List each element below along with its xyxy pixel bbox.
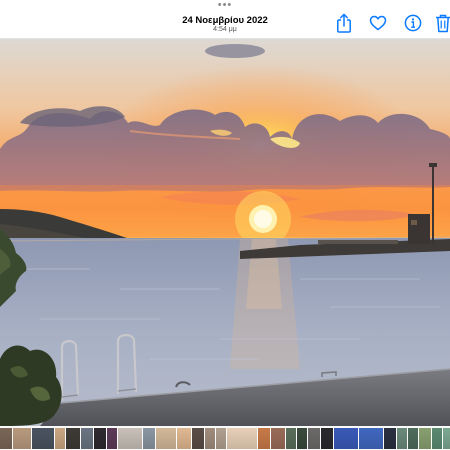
filmstrip: [0, 426, 450, 450]
filmstrip-thumbnail[interactable]: [0, 427, 12, 449]
trash-icon: [435, 13, 450, 33]
more-options-handle[interactable]: •••: [0, 0, 450, 11]
filmstrip-thumbnail[interactable]: [443, 427, 450, 449]
delete-button[interactable]: [435, 12, 450, 34]
filmstrip-thumbnail[interactable]: [216, 427, 226, 449]
filmstrip-thumbnail[interactable]: [118, 427, 142, 449]
filmstrip-thumbnail[interactable]: [271, 427, 285, 449]
filmstrip-thumbnail[interactable]: [384, 427, 396, 449]
photo-viewer[interactable]: [0, 39, 450, 426]
filmstrip-thumbnail[interactable]: [156, 427, 176, 449]
filmstrip-thumbnail[interactable]: [55, 427, 65, 449]
filmstrip-thumbnail[interactable]: [66, 427, 80, 449]
filmstrip-thumbnail[interactable]: [321, 427, 333, 449]
top-toolbar: ••• 24 Νοεμβρίου 2022 4:54 μμ: [0, 0, 450, 39]
filmstrip-thumbnail[interactable]: [334, 427, 358, 449]
filmstrip-thumbnail[interactable]: [13, 427, 31, 449]
share-button[interactable]: [334, 12, 354, 34]
sunset-photo: [0, 39, 450, 426]
filmstrip-thumbnail[interactable]: [419, 427, 431, 449]
filmstrip-thumbnail[interactable]: [297, 427, 307, 449]
filmstrip-thumbnail[interactable]: [258, 427, 270, 449]
filmstrip-thumbnail[interactable]: [432, 427, 442, 449]
filmstrip-thumbnail[interactable]: [227, 427, 257, 449]
filmstrip-thumbnail[interactable]: [408, 427, 418, 449]
filmstrip-thumbnail[interactable]: [359, 427, 383, 449]
filmstrip-thumbnail[interactable]: [177, 427, 191, 449]
info-icon: [404, 14, 422, 32]
heart-icon: [369, 15, 387, 31]
filmstrip-thumbnail[interactable]: [32, 427, 54, 449]
filmstrip-thumbnail[interactable]: [107, 427, 117, 449]
filmstrip-thumbnail[interactable]: [205, 427, 215, 449]
filmstrip-thumbnail[interactable]: [81, 427, 93, 449]
filmstrip-thumbnail[interactable]: [94, 427, 106, 449]
filmstrip-thumbnail[interactable]: [143, 427, 155, 449]
filmstrip-thumbnail[interactable]: [286, 427, 296, 449]
share-icon: [336, 13, 352, 33]
favorite-button[interactable]: [368, 12, 388, 34]
info-button[interactable]: [403, 12, 423, 34]
filmstrip-thumbnail[interactable]: [308, 427, 320, 449]
filmstrip-thumbnail[interactable]: [397, 427, 407, 449]
filmstrip-thumbnail[interactable]: [192, 427, 204, 449]
